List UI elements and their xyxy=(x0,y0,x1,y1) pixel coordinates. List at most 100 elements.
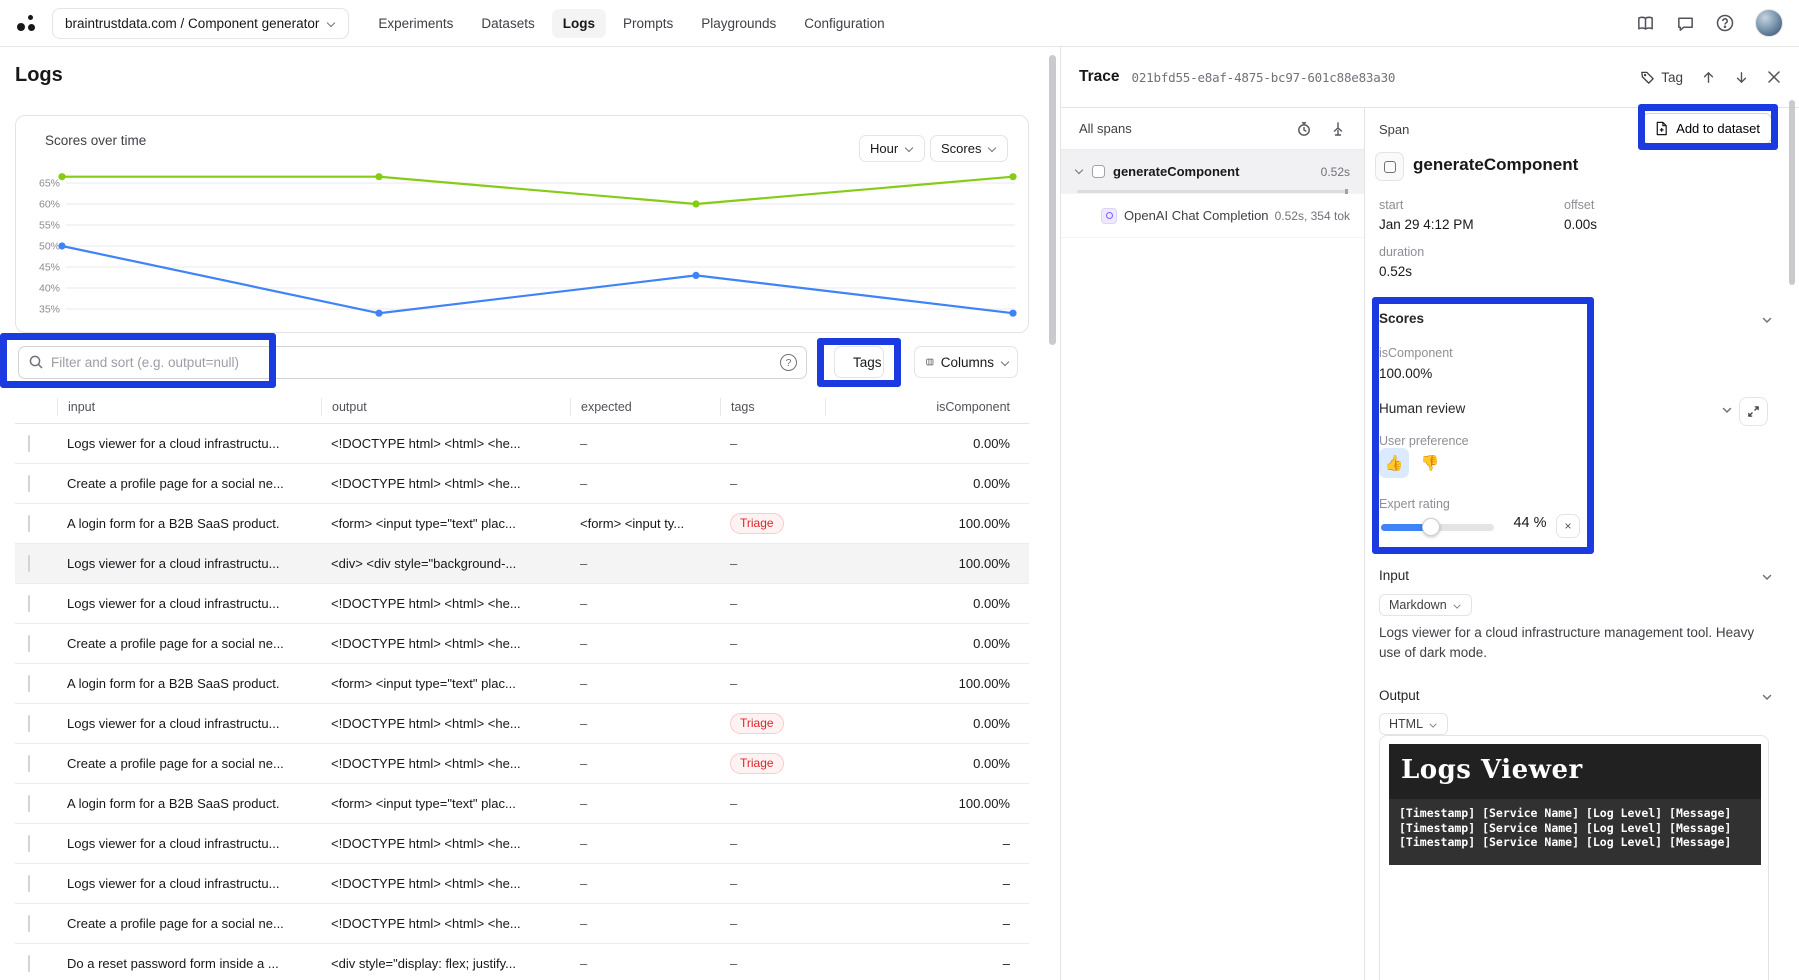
cell-tags: – xyxy=(720,476,825,491)
input-collapse-chevron-icon[interactable] xyxy=(1761,571,1773,583)
next-trace-button[interactable] xyxy=(1734,70,1749,85)
trace-id: 021bfd55-e8af-4875-bc97-601c88e83a30 xyxy=(1132,70,1396,85)
svg-text:60%: 60% xyxy=(39,199,60,211)
table-header: input output expected tags isComponent xyxy=(15,390,1029,424)
table-row[interactable]: Create a profile page for a social ne...… xyxy=(15,744,1029,784)
output-format-dropdown[interactable]: HTML xyxy=(1379,713,1448,735)
row-checkbox[interactable] xyxy=(28,595,30,612)
cell-output: <!DOCTYPE html> <html> <he... xyxy=(321,836,570,851)
feedback-chat-icon[interactable] xyxy=(1675,13,1695,33)
table-row[interactable]: Logs viewer for a cloud infrastructu...<… xyxy=(15,584,1029,624)
col-input[interactable]: input xyxy=(57,398,321,416)
tab-experiments[interactable]: Experiments xyxy=(367,9,464,38)
user-preference-label: User preference xyxy=(1379,434,1469,448)
detail-scrollbar[interactable] xyxy=(1789,100,1795,285)
row-checkbox[interactable] xyxy=(28,955,30,972)
main-scrollbar[interactable] xyxy=(1049,55,1056,345)
columns-button[interactable]: Columns xyxy=(914,346,1018,378)
prev-trace-button[interactable] xyxy=(1701,70,1716,85)
expand-button[interactable] xyxy=(1739,397,1768,426)
span-row-generatecomponent[interactable]: generateComponent 0.52s xyxy=(1061,150,1364,194)
close-button[interactable] xyxy=(1767,70,1781,84)
avatar[interactable] xyxy=(1755,9,1783,37)
arrow-down-icon xyxy=(1734,70,1749,85)
row-checkbox[interactable] xyxy=(28,475,30,492)
chevron-down-icon[interactable] xyxy=(1075,166,1084,175)
tab-playgrounds[interactable]: Playgrounds xyxy=(690,9,787,38)
tab-logs[interactable]: Logs xyxy=(552,9,606,38)
cell-iscomponent: 0.00% xyxy=(825,636,1029,651)
human-review-chevron-icon[interactable] xyxy=(1721,404,1733,416)
tab-prompts[interactable]: Prompts xyxy=(612,9,684,38)
log-line: [Timestamp] [Service Name] [Log Level] [… xyxy=(1399,835,1761,850)
slider-value: 44 % xyxy=(1508,515,1552,531)
cell-expected: – xyxy=(570,636,720,651)
filter-input[interactable] xyxy=(18,346,807,379)
col-output[interactable]: output xyxy=(321,398,570,416)
tab-datasets[interactable]: Datasets xyxy=(470,9,545,38)
col-iscomponent[interactable]: isComponent xyxy=(825,398,1029,416)
col-tags[interactable]: tags xyxy=(720,398,825,416)
table-row[interactable]: Logs viewer for a cloud infrastructu...<… xyxy=(15,864,1029,904)
row-checkbox[interactable] xyxy=(28,555,30,572)
output-preview-log-body: [Timestamp] [Service Name] [Log Level] [… xyxy=(1389,799,1761,865)
tag-button[interactable]: Tag xyxy=(1640,70,1683,85)
row-checkbox[interactable] xyxy=(28,635,30,652)
docs-book-icon[interactable] xyxy=(1635,13,1655,33)
cell-input: Logs viewer for a cloud infrastructu... xyxy=(57,596,321,611)
table-row[interactable]: Logs viewer for a cloud infrastructu...<… xyxy=(15,544,1029,584)
metric-value: 100.00% xyxy=(1379,366,1432,381)
row-checkbox[interactable] xyxy=(28,515,30,532)
thumbs-down-button[interactable]: 👎 xyxy=(1415,448,1445,478)
tab-configuration[interactable]: Configuration xyxy=(793,9,895,38)
row-checkbox[interactable] xyxy=(28,755,30,772)
span-detail: Span Add to dataset generateComponent st… xyxy=(1365,108,1799,980)
stopwatch-icon[interactable] xyxy=(1296,121,1312,137)
chevron-down-icon xyxy=(1453,601,1461,609)
add-to-dataset-button[interactable]: Add to dataset xyxy=(1642,113,1772,144)
project-switcher[interactable]: braintrustdata.com / Component generator xyxy=(52,8,349,39)
table-row[interactable]: Create a profile page for a social ne...… xyxy=(15,624,1029,664)
row-checkbox[interactable] xyxy=(28,435,30,452)
svg-text:45%: 45% xyxy=(39,262,60,274)
scores-collapse-chevron-icon[interactable] xyxy=(1761,314,1773,326)
output-collapse-chevron-icon[interactable] xyxy=(1761,691,1773,703)
col-expected[interactable]: expected xyxy=(570,398,720,416)
table-row[interactable]: Logs viewer for a cloud infrastructu...<… xyxy=(15,704,1029,744)
tag-pill: Triage xyxy=(730,713,784,734)
row-checkbox[interactable] xyxy=(28,835,30,852)
table-row[interactable]: A login form for a B2B SaaS product.<for… xyxy=(15,664,1029,704)
tags-button[interactable]: Tags xyxy=(834,346,884,378)
table-row[interactable]: Do a reset password form inside a ...<di… xyxy=(15,944,1029,980)
cell-iscomponent: 100.00% xyxy=(825,676,1029,691)
add-span-filter-icon[interactable] xyxy=(1330,121,1346,137)
input-text: Logs viewer for a cloud infrastructure m… xyxy=(1379,623,1761,663)
nav-tabs: ExperimentsDatasetsLogsPromptsPlayground… xyxy=(367,9,895,38)
row-checkbox[interactable] xyxy=(28,795,30,812)
clear-rating-button[interactable]: × xyxy=(1556,514,1580,538)
cell-tags: – xyxy=(720,796,825,811)
row-checkbox[interactable] xyxy=(28,715,30,732)
help-icon[interactable] xyxy=(1715,13,1735,33)
slider-thumb[interactable] xyxy=(1422,518,1440,536)
row-checkbox[interactable] xyxy=(28,875,30,892)
row-checkbox[interactable] xyxy=(28,915,30,932)
row-checkbox[interactable] xyxy=(28,675,30,692)
expert-rating-slider[interactable] xyxy=(1381,524,1494,531)
braintrust-logo-icon[interactable] xyxy=(16,12,38,34)
filter-help-icon[interactable]: ? xyxy=(780,354,797,371)
chevron-down-icon xyxy=(327,19,336,28)
cell-input: Logs viewer for a cloud infrastructu... xyxy=(57,836,321,851)
thumbs-up-button[interactable]: 👍 xyxy=(1379,448,1409,478)
table-row[interactable]: A login form for a B2B SaaS product.<for… xyxy=(15,784,1029,824)
table-row[interactable]: Logs viewer for a cloud infrastructu...<… xyxy=(15,424,1029,464)
table-row[interactable]: Create a profile page for a social ne...… xyxy=(15,904,1029,944)
span-row-openai-chat-completion[interactable]: OpenAI Chat Completion 0.52s, 354 tok xyxy=(1061,194,1364,238)
input-format-dropdown[interactable]: Markdown xyxy=(1379,594,1472,616)
span-type-icon-button[interactable] xyxy=(1375,152,1404,181)
table-row[interactable]: Logs viewer for a cloud infrastructu...<… xyxy=(15,824,1029,864)
table-row[interactable]: A login form for a B2B SaaS product.<for… xyxy=(15,504,1029,544)
cell-output: <div style="display: flex; justify... xyxy=(321,956,570,971)
cell-iscomponent: 100.00% xyxy=(825,796,1029,811)
table-row[interactable]: Create a profile page for a social ne...… xyxy=(15,464,1029,504)
